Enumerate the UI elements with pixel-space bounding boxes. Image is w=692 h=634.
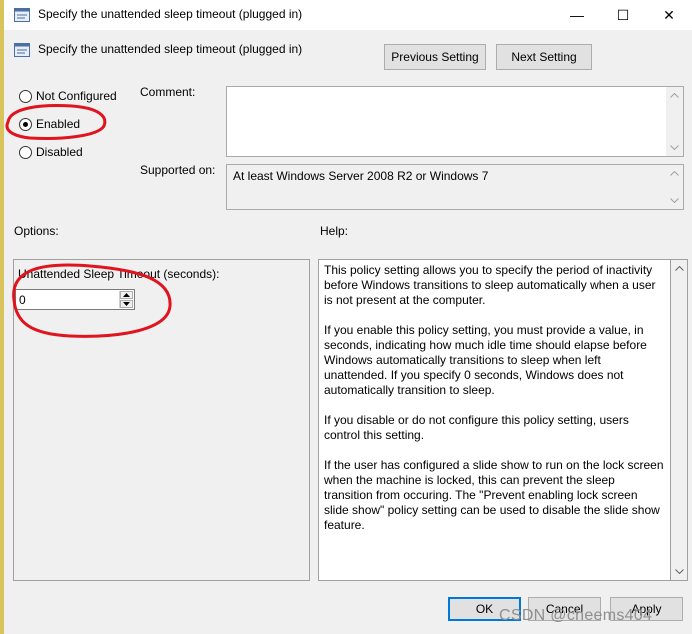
decrement-icon[interactable] [120, 300, 133, 308]
radio-label: Not Configured [36, 89, 117, 103]
sleep-timeout-value: 0 [19, 293, 26, 307]
scroll-down-icon[interactable] [666, 192, 683, 209]
policy-title: Specify the unattended sleep timeout (pl… [38, 42, 303, 56]
minimize-button[interactable]: — [554, 0, 600, 30]
title-bar[interactable]: Specify the unattended sleep timeout (pl… [0, 0, 692, 30]
scroll-up-icon[interactable] [671, 260, 688, 277]
sleep-timeout-stepper[interactable]: 0 [15, 289, 135, 310]
radio-button[interactable] [19, 117, 32, 131]
radio-button[interactable] [19, 145, 32, 159]
help-paragraph: This policy setting allows you to specif… [324, 263, 656, 307]
close-button[interactable]: ✕ [646, 0, 692, 30]
supported-on-label: Supported on: [140, 163, 216, 177]
watermark: CSDN @cheems404 [499, 607, 653, 624]
help-paragraph: If you disable or do not configure this … [324, 413, 629, 442]
radio-label: Enabled [36, 117, 81, 131]
sleep-timeout-label: Unattended Sleep Timeout (seconds): [18, 267, 220, 281]
radio-disabled[interactable]: Disabled [19, 145, 83, 159]
previous-setting-button[interactable]: Previous Setting [384, 44, 486, 70]
options-label: Options: [14, 224, 59, 238]
increment-icon[interactable] [120, 291, 133, 299]
policy-setting-icon [14, 8, 30, 22]
comment-textarea[interactable] [226, 86, 684, 157]
background-window-edge [0, 0, 4, 634]
policy-dialog: Specify the unattended sleep timeout (pl… [0, 0, 692, 634]
radio-not-configured[interactable]: Not Configured [19, 89, 117, 103]
help-panel[interactable]: This policy setting allows you to specif… [318, 259, 671, 581]
help-label: Help: [320, 224, 349, 238]
supported-on-field: At least Windows Server 2008 R2 or Windo… [226, 164, 684, 210]
supported-on-value: At least Windows Server 2008 R2 or Windo… [233, 169, 489, 183]
scroll-down-icon[interactable] [666, 139, 683, 156]
help-paragraph: If you enable this policy setting, you m… [324, 323, 647, 397]
radio-button[interactable] [19, 89, 32, 103]
comment-label: Comment: [140, 85, 196, 99]
next-setting-button[interactable]: Next Setting [496, 44, 592, 70]
help-scrollbar[interactable] [671, 259, 688, 581]
scroll-up-icon[interactable] [666, 87, 683, 104]
stepper-buttons [119, 291, 133, 308]
maximize-button[interactable]: ☐ [600, 0, 646, 30]
scroll-up-icon[interactable] [666, 165, 683, 182]
comment-scrollbar[interactable] [666, 87, 683, 156]
policy-setting-icon [14, 42, 30, 58]
help-text: This policy setting allows you to specif… [324, 263, 664, 548]
scroll-down-icon[interactable] [671, 563, 688, 580]
radio-label: Disabled [36, 145, 83, 159]
window-title: Specify the unattended sleep timeout (pl… [38, 7, 303, 21]
radio-enabled[interactable]: Enabled [19, 117, 80, 131]
supported-scrollbar[interactable] [666, 165, 683, 209]
help-paragraph: If the user has configured a slide show … [324, 458, 664, 532]
